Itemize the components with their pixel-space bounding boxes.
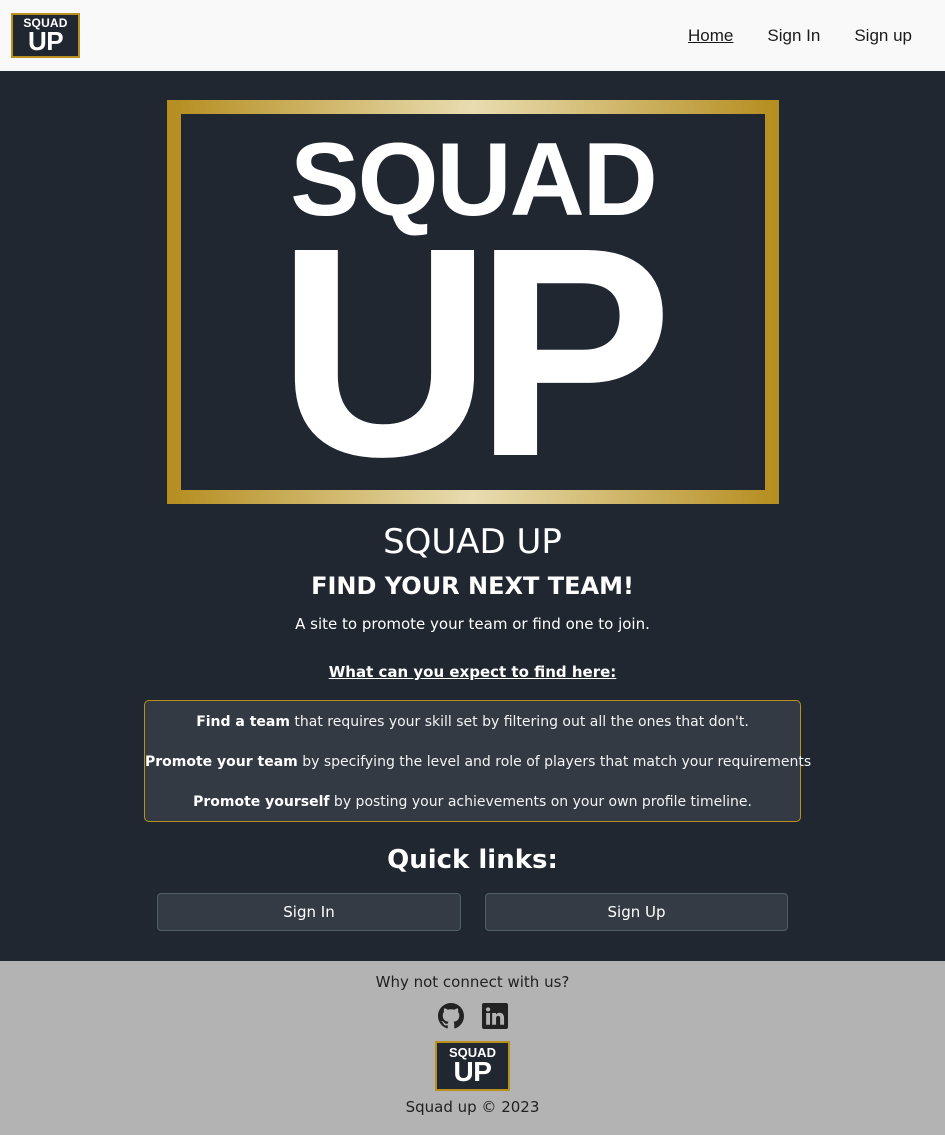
sign-in-button[interactable]: Sign In bbox=[157, 893, 461, 931]
feature-item: Find a team that requires your skill set… bbox=[145, 712, 800, 752]
feature-item-title: Find a team bbox=[196, 714, 290, 730]
hero-logo: SQUAD UP bbox=[167, 100, 779, 504]
feature-item-title: Promote your team bbox=[145, 754, 298, 770]
quick-links-heading: Quick links: bbox=[387, 845, 558, 875]
footer-logo: SQUAD UP bbox=[435, 1041, 510, 1091]
site-title: SQUAD UP bbox=[383, 522, 562, 562]
footer-copyright: Squad up © 2023 bbox=[405, 1098, 540, 1116]
feature-item-text: by posting your achievements on your own… bbox=[329, 794, 752, 810]
expect-heading: What can you expect to find here: bbox=[328, 663, 617, 681]
feature-item: Promote your team by specifying the leve… bbox=[145, 752, 811, 792]
footer-connect-text: Why not connect with us? bbox=[375, 973, 570, 991]
site-tagline: A site to promote your team or find one … bbox=[295, 615, 650, 633]
feature-item: Promote yourself by posting your achieve… bbox=[145, 792, 800, 832]
nav-link-sign-in[interactable]: Sign In bbox=[767, 26, 820, 46]
footer: Why not connect with us? SQUAD UP Squad … bbox=[0, 961, 945, 1135]
site-subtitle: FIND YOUR NEXT TEAM! bbox=[311, 572, 634, 600]
nav-links: Home Sign In Sign up bbox=[688, 26, 912, 46]
linkedin-icon[interactable] bbox=[481, 1003, 508, 1029]
social-links bbox=[0, 1003, 945, 1029]
github-icon[interactable] bbox=[437, 1003, 464, 1029]
footer-logo-line2: UP bbox=[453, 1056, 492, 1087]
feature-item-text: that requires your skill set by filterin… bbox=[289, 714, 749, 730]
nav-link-home[interactable]: Home bbox=[688, 26, 733, 46]
navbar-logo[interactable]: SQUAD UP bbox=[11, 13, 80, 58]
hero-logo-line2: UP bbox=[277, 186, 673, 491]
feature-item-text: by specifying the level and role of play… bbox=[297, 754, 812, 770]
navbar-logo-line2: UP bbox=[27, 26, 64, 56]
nav-link-sign-up[interactable]: Sign up bbox=[854, 26, 912, 46]
features-box: Find a team that requires your skill set… bbox=[144, 700, 811, 822]
feature-item-title: Promote yourself bbox=[193, 794, 330, 810]
navbar: SQUAD UP Home Sign In Sign up bbox=[0, 0, 945, 71]
hero-logo-inner: SQUAD UP bbox=[181, 114, 765, 490]
sign-up-button[interactable]: Sign Up bbox=[485, 893, 788, 931]
